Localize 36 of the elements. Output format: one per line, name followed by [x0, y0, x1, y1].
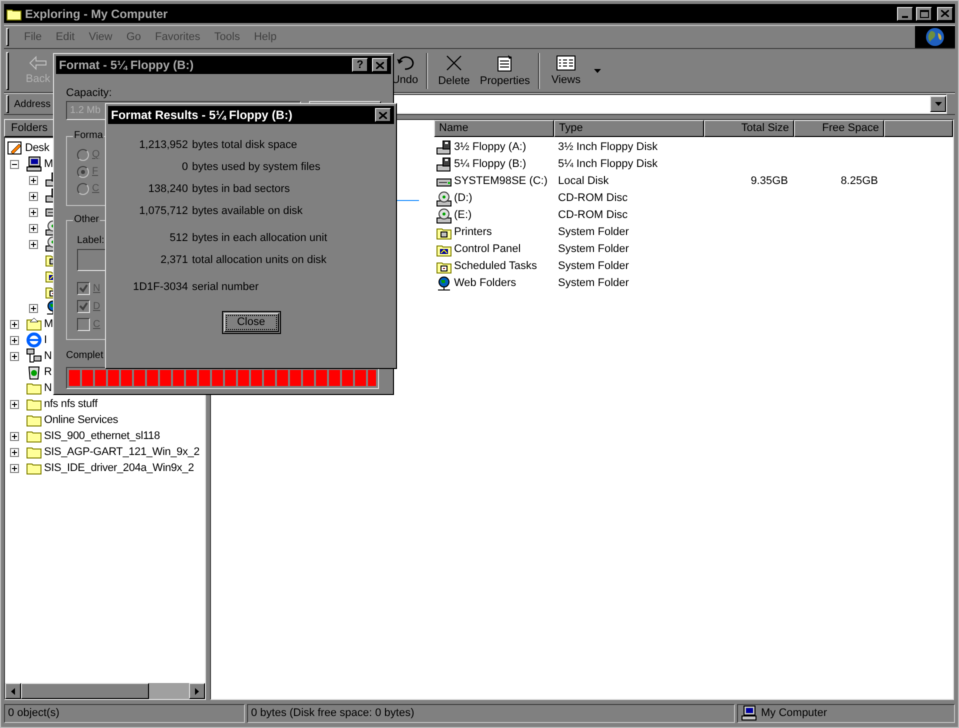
file-type: Local Disk — [558, 175, 609, 188]
address-label: Address — [14, 98, 51, 112]
file-type: 3½ Inch Floppy Disk — [558, 141, 658, 154]
result-text: bytes available on disk — [192, 204, 303, 219]
file-type: System Folder — [558, 226, 629, 238]
status-panel: 0 bytes (Disk free space: 0 bytes) — [247, 704, 735, 722]
result-text: bytes in bad sectors — [192, 182, 290, 197]
total-size: 9.35GB — [750, 174, 788, 190]
result-text: total allocation units on disk — [192, 252, 327, 268]
result-text: bytes total disk space — [192, 138, 298, 153]
file-type: CD-ROM Disc — [558, 192, 628, 204]
free-space: 8.25GB — [840, 174, 878, 190]
file-type: CD-ROM Disc — [558, 209, 628, 222]
status-panel: 0 object(s) — [4, 704, 245, 722]
result-value: 1D1F-3034 — [132, 280, 188, 295]
dialog-title: Format Results - 5¼ Floppy (B:) — [111, 107, 292, 124]
result-text: bytes in each allocation unit — [192, 230, 328, 246]
progress-label: Complet — [66, 349, 104, 361]
result-value: 1,213,952 — [139, 138, 188, 153]
result-value: 512 — [170, 230, 188, 246]
result-text: serial number — [192, 280, 259, 295]
result-value: 138,240 — [148, 182, 188, 197]
result-value: 0 — [182, 160, 188, 175]
capacity-label: Capacity: — [66, 86, 112, 98]
file-type: System Folder — [558, 260, 629, 272]
file-type: System Folder — [558, 277, 629, 290]
window-title: Exploring - My Computer — [25, 6, 168, 22]
status-zone: My Computer — [761, 706, 828, 721]
pane-title: Folders — [11, 120, 48, 136]
result-text: bytes used by system files — [192, 160, 320, 175]
result-value: 1,075,712 — [139, 204, 188, 219]
dialog-title: Format - 5¼ Floppy (B:) — [59, 57, 194, 74]
file-type: System Folder — [558, 243, 629, 256]
file-type: 5¼ Inch Floppy Disk — [558, 158, 658, 170]
result-value: 2,371 — [160, 252, 188, 268]
label-field-label: Label: — [77, 234, 104, 248]
